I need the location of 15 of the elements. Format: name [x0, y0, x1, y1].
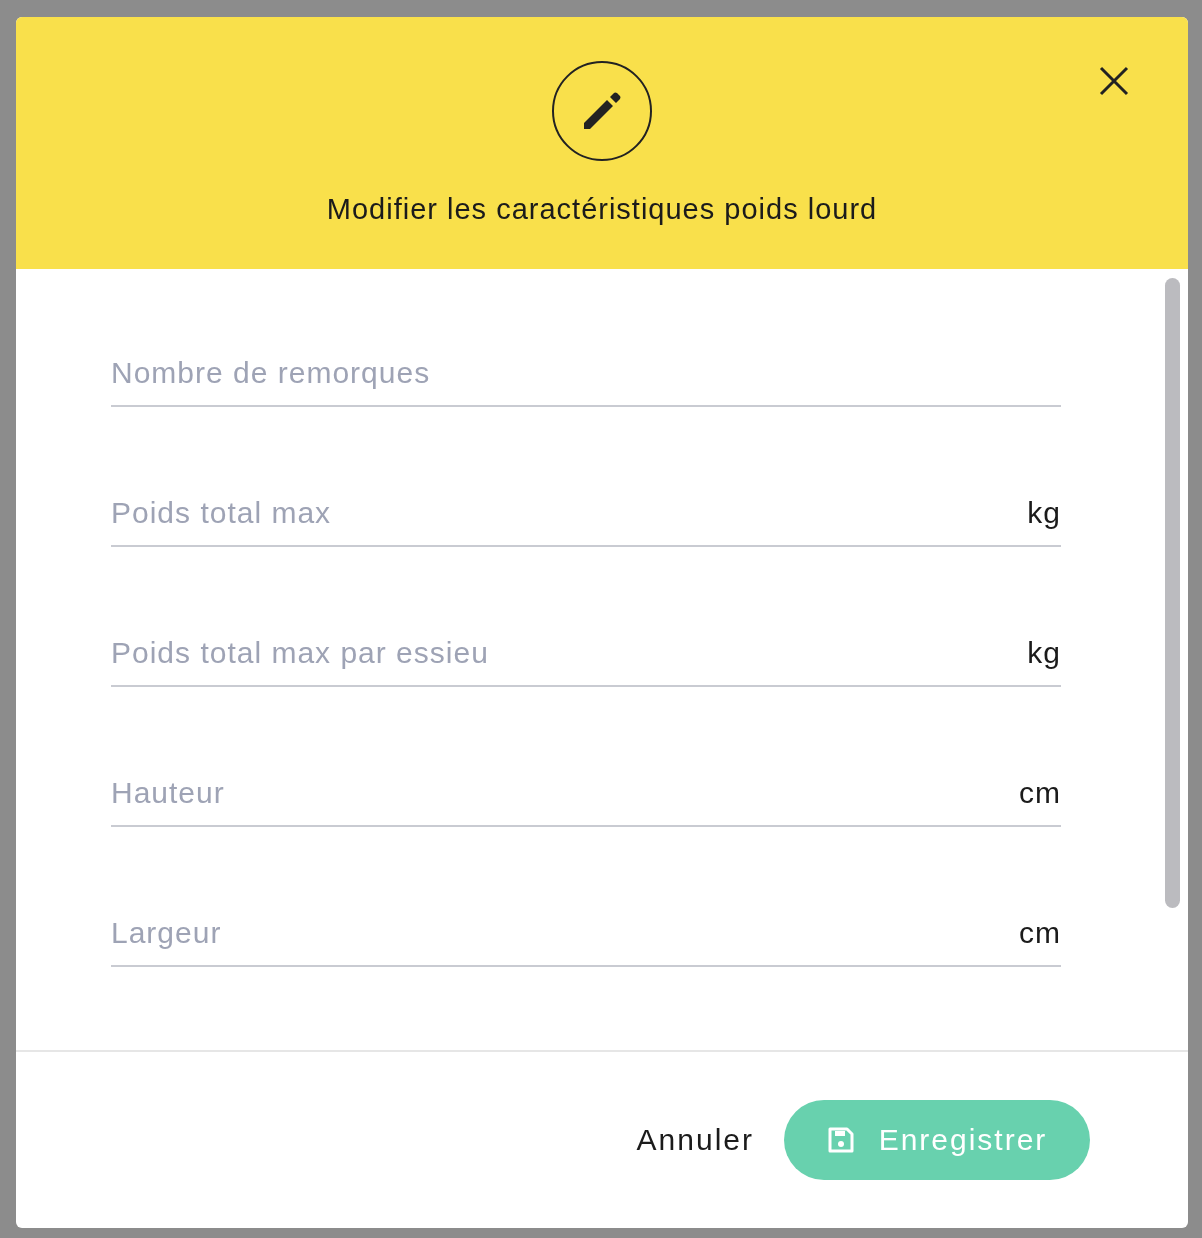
unit-label: cm: [1019, 776, 1061, 810]
input-field[interactable]: Nombre de remorques: [111, 356, 1061, 390]
save-icon: [826, 1126, 855, 1154]
close-icon[interactable]: [1099, 66, 1129, 96]
input-field[interactable]: Largeur: [111, 916, 1019, 950]
unit-label: kg: [1027, 636, 1061, 670]
scrollbar-thumb[interactable]: [1165, 278, 1180, 908]
cancel-button[interactable]: Annuler: [636, 1123, 754, 1157]
dialog-title: Modifier les caractéristiques poids lourd: [326, 193, 878, 226]
pencil-icon: [552, 61, 652, 161]
input-field[interactable]: Hauteur: [111, 776, 1019, 810]
unit-label: cm: [1019, 916, 1061, 950]
input-field[interactable]: Poids total max: [111, 496, 1028, 530]
input-field[interactable]: Poids total max par essieu: [111, 636, 1028, 670]
unit-label: kg: [1027, 496, 1061, 530]
